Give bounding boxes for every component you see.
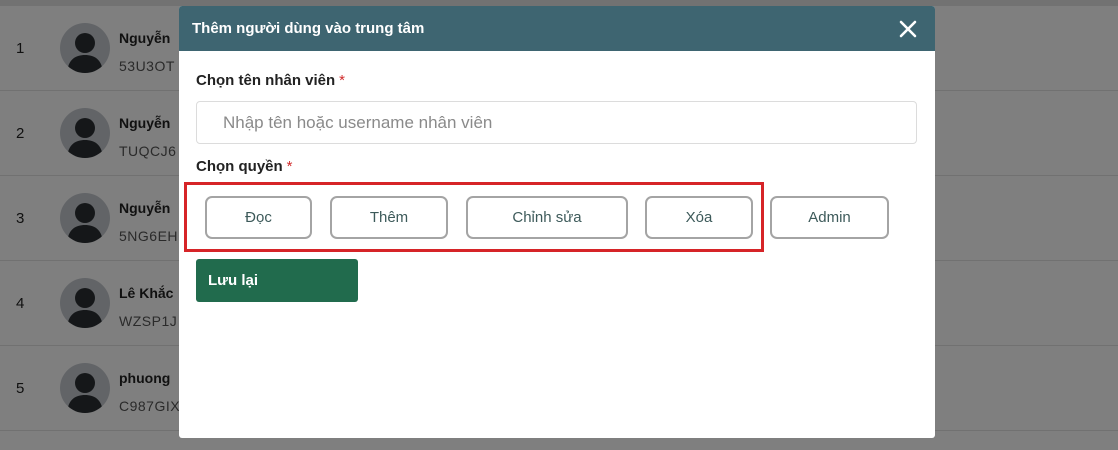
employee-search-input[interactable] <box>196 101 917 144</box>
modal-header: Thêm người dùng vào trung tâm <box>179 6 935 51</box>
permission-label-text: Chọn quyền <box>196 158 283 175</box>
employee-field-label: Chọn tên nhân viên * <box>196 72 345 89</box>
page: 1 Nguyễn 53U3OT 2 Nguyễn TUQCJ6 3 Nguyễn… <box>0 0 1118 450</box>
permission-edit-button[interactable]: Chỉnh sửa <box>466 196 628 239</box>
close-icon <box>899 20 917 38</box>
permission-add-button[interactable]: Thêm <box>330 196 448 239</box>
required-mark: * <box>339 72 346 89</box>
permission-read-button[interactable]: Đọc <box>205 196 312 239</box>
permission-field-label: Chọn quyền * <box>196 158 293 175</box>
save-button[interactable]: Lưu lại <box>196 259 358 302</box>
required-mark: * <box>286 158 293 175</box>
employee-label-text: Chọn tên nhân viên <box>196 72 336 89</box>
permission-admin-button[interactable]: Admin <box>770 196 889 239</box>
add-user-modal: Thêm người dùng vào trung tâm Chọn tên n… <box>179 6 935 438</box>
permission-delete-button[interactable]: Xóa <box>645 196 753 239</box>
modal-title: Thêm người dùng vào trung tâm <box>192 20 425 37</box>
close-button[interactable] <box>893 14 923 44</box>
